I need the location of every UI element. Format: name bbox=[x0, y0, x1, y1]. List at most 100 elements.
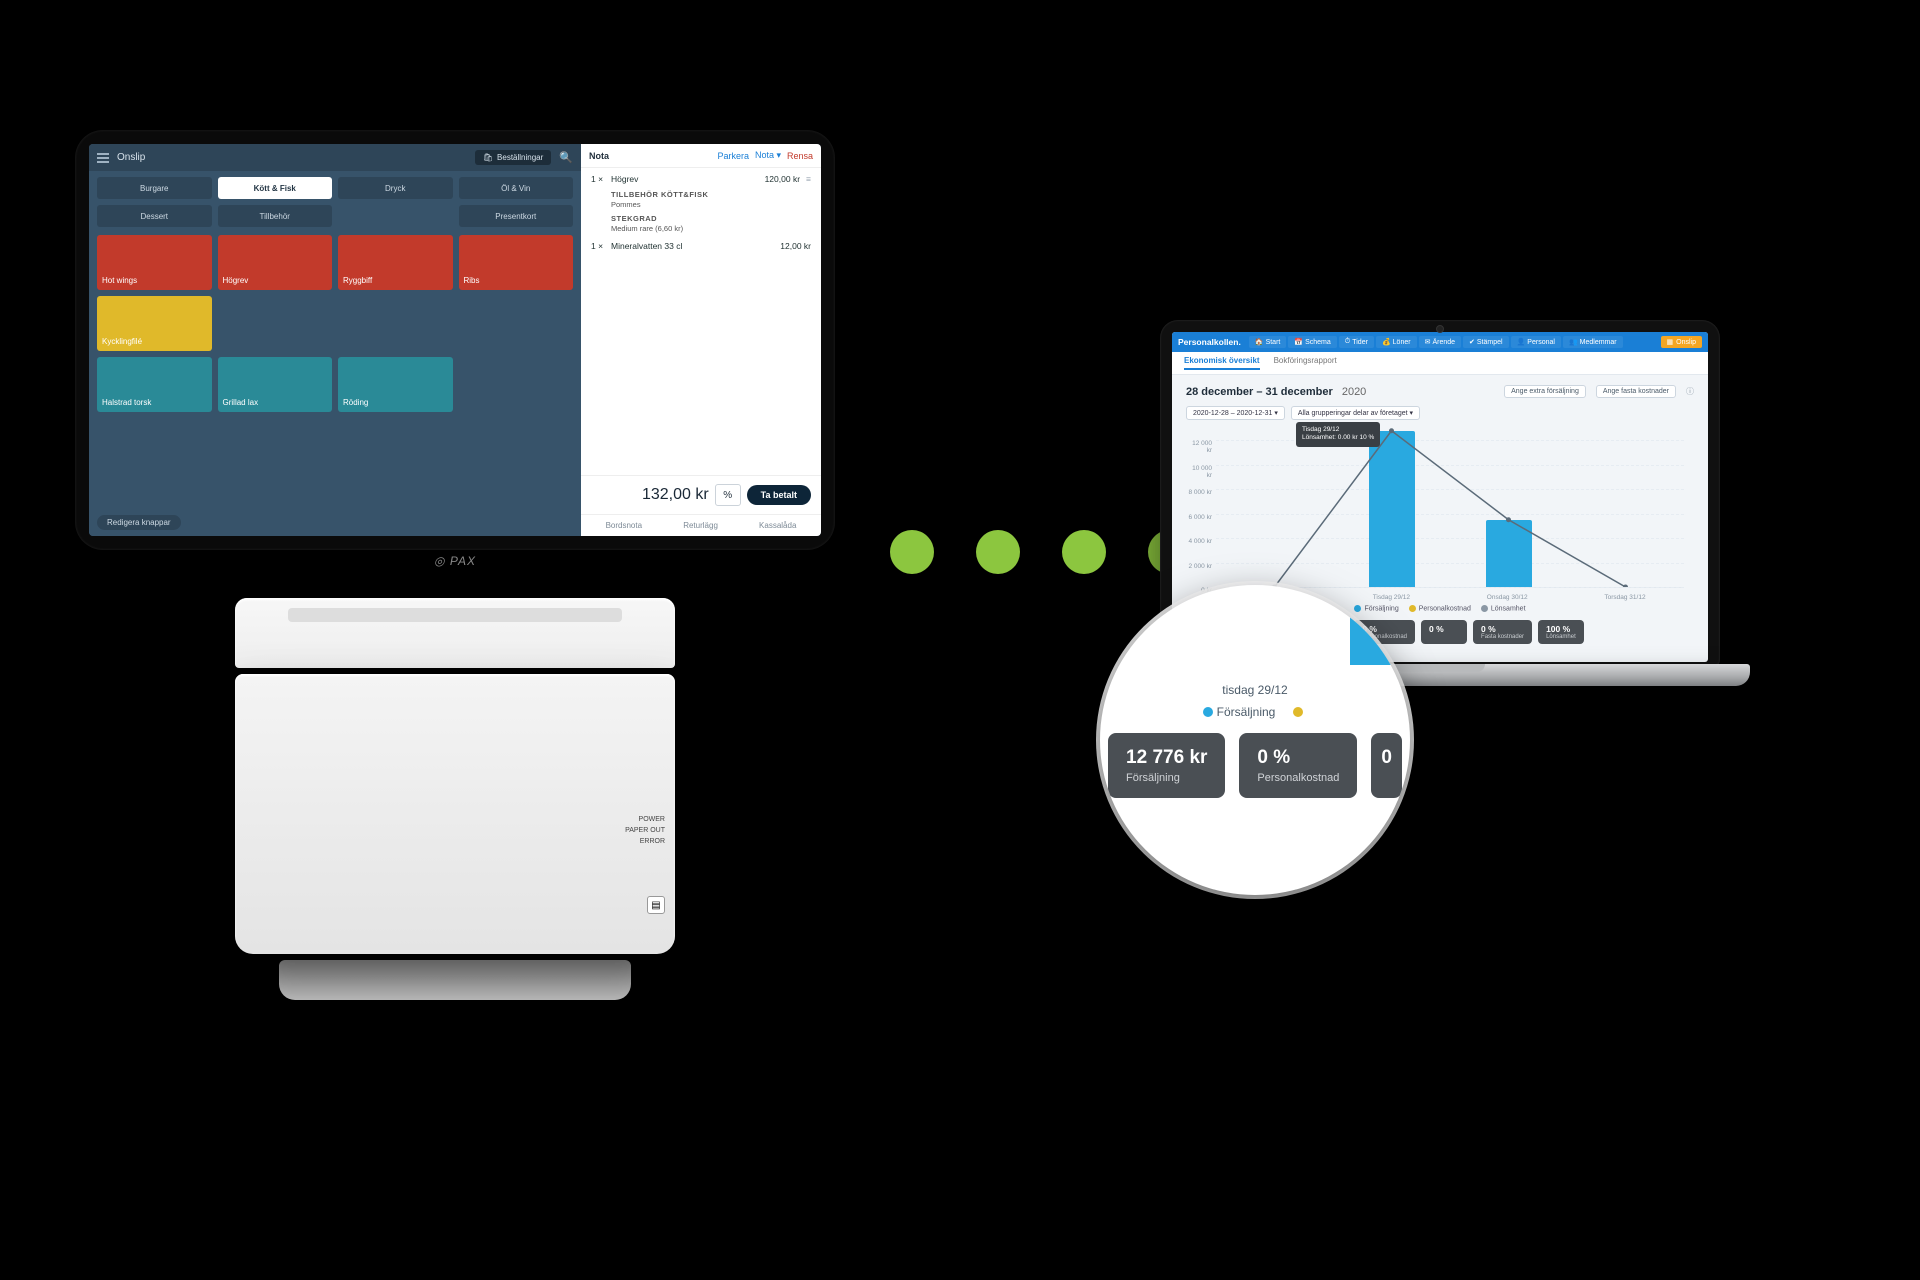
tab-presentkort[interactable]: Presentkort bbox=[459, 205, 574, 227]
nav-stampel[interactable]: ✔Stämpel bbox=[1463, 336, 1509, 348]
discount-button[interactable]: % bbox=[715, 484, 741, 506]
foot-bordsnota[interactable]: Bordsnota bbox=[606, 521, 642, 530]
zoom-corner-bar bbox=[1320, 585, 1410, 725]
product-tile[interactable]: Halstrad torsk bbox=[97, 357, 212, 412]
tab-burgare[interactable]: Burgare bbox=[97, 177, 212, 199]
tab-dryck[interactable]: Dryck bbox=[338, 177, 453, 199]
line-name: Högrev bbox=[611, 174, 745, 186]
extra-sales-button[interactable]: Ange extra försäljning bbox=[1504, 385, 1586, 398]
chart-tooltip: Tisdag 29/12 Lönsamhet: 0.00 kr 10 % bbox=[1296, 422, 1380, 447]
user-badge[interactable]: ▦Onslip bbox=[1661, 336, 1702, 348]
tab-ol-vin[interactable]: Öl & Vin bbox=[459, 177, 574, 199]
printer-top bbox=[235, 598, 675, 668]
pos-brand: Onslip bbox=[117, 152, 145, 163]
led-error: ERROR bbox=[625, 836, 665, 847]
dot bbox=[976, 530, 1020, 574]
clear-button[interactable]: Rensa bbox=[787, 151, 813, 161]
product-tile[interactable]: Högrev bbox=[218, 235, 333, 290]
product-empty bbox=[218, 296, 333, 351]
zoom-cards: 12 776 kr Försäljning 0 % Personalkostna… bbox=[1108, 733, 1402, 798]
pos-main-panel: Onslip 🛍 Beställningar 🔍 Burgare Kött & … bbox=[89, 144, 581, 536]
pay-button[interactable]: Ta betalt bbox=[747, 485, 811, 505]
receipt-total: 132,00 kr bbox=[591, 486, 709, 504]
nav-schema[interactable]: 📅Schema bbox=[1288, 336, 1336, 348]
dot bbox=[1062, 530, 1106, 574]
product-tile[interactable]: Grillad lax bbox=[218, 357, 333, 412]
stat-pill: 100 %Lönsamhet bbox=[1538, 620, 1584, 644]
line-more-icon[interactable]: ≡ bbox=[806, 174, 811, 186]
printer-feed-button[interactable]: ▤ bbox=[647, 896, 665, 914]
nav-tider[interactable]: ⏱Tider bbox=[1339, 336, 1374, 348]
nav-label: Tider bbox=[1352, 339, 1368, 346]
search-icon[interactable]: 🔍 bbox=[559, 151, 573, 164]
nav-arende[interactable]: ✉Ärende bbox=[1419, 336, 1461, 348]
pos-screen: Onslip 🛍 Beställningar 🔍 Burgare Kött & … bbox=[89, 144, 821, 536]
nav-label: Stämpel bbox=[1477, 339, 1503, 346]
tab-dessert[interactable]: Dessert bbox=[97, 205, 212, 227]
zoom-card-value: 12 776 kr bbox=[1126, 747, 1207, 769]
info-icon[interactable]: ⓘ bbox=[1686, 386, 1694, 397]
foot-kassalada[interactable]: Kassalåda bbox=[759, 521, 796, 530]
product-tile[interactable]: Ryggbiff bbox=[338, 235, 453, 290]
zoom-legend-item: Försäljning bbox=[1203, 705, 1276, 719]
menu-icon[interactable] bbox=[97, 153, 109, 163]
chart-bars bbox=[1216, 428, 1684, 587]
subtab-report[interactable]: Bokföringsrapport bbox=[1274, 356, 1337, 370]
nav-label: Personal bbox=[1527, 339, 1555, 346]
nota-menu-button[interactable]: Nota ▾ bbox=[755, 150, 781, 161]
subtab-overview[interactable]: Ekonomisk översikt bbox=[1184, 356, 1260, 370]
zoom-card-label: Personalkostnad bbox=[1257, 772, 1339, 784]
nav-medlemmar[interactable]: 👥Medlemmar bbox=[1563, 336, 1623, 348]
nav-label: Start bbox=[1266, 339, 1281, 346]
line-qty: 1 × bbox=[591, 241, 611, 253]
led-power: POWER bbox=[625, 814, 665, 825]
terminal-bezel: Onslip 🛍 Beställningar 🔍 Burgare Kött & … bbox=[75, 130, 835, 550]
product-label: Röding bbox=[343, 398, 368, 407]
pax-logo-text: PAX bbox=[450, 554, 476, 568]
tab-tillbehor[interactable]: Tillbehör bbox=[218, 205, 333, 227]
receipt-total-row: 132,00 kr % Ta betalt bbox=[581, 475, 821, 514]
range-text: 28 december – 31 december bbox=[1186, 386, 1333, 398]
line-qty: 1 × bbox=[591, 174, 611, 186]
date-range-row: 28 december – 31 december 2020 Ange extr… bbox=[1186, 385, 1694, 398]
product-tile[interactable]: Ribs bbox=[459, 235, 574, 290]
product-tile[interactable]: Röding bbox=[338, 357, 453, 412]
sales-chart: 0 kr2 000 kr4 000 kr6 000 kr8 000 kr10 0… bbox=[1216, 428, 1684, 588]
orders-button[interactable]: 🛍 Beställningar bbox=[475, 150, 551, 165]
tab-kott-fisk[interactable]: Kött & Fisk bbox=[218, 177, 333, 199]
legend-item: Lönsamhet bbox=[1481, 605, 1526, 612]
nav-label: Löner bbox=[1393, 339, 1411, 346]
bag-icon: 🛍 bbox=[483, 153, 493, 162]
camera-icon bbox=[1436, 325, 1444, 333]
printer-foot bbox=[279, 960, 631, 1000]
pos-category-tabs: Burgare Kött & Fisk Dryck Öl & Vin Desse… bbox=[89, 171, 581, 231]
product-tile[interactable]: Hot wings bbox=[97, 235, 212, 290]
pos-product-grid: Hot wings Högrev Ryggbiff Ribs Kycklingf… bbox=[89, 231, 581, 420]
nav-label: Ärende bbox=[1432, 339, 1455, 346]
product-label: Grillad lax bbox=[223, 398, 259, 407]
nav-personal[interactable]: 👤Personal bbox=[1511, 336, 1561, 348]
receipt-line[interactable]: 1 × Mineralvatten 33 cl 12,00 kr bbox=[591, 241, 811, 253]
line-name: Mineralvatten 33 cl bbox=[611, 241, 756, 253]
park-button[interactable]: Parkera bbox=[717, 151, 749, 161]
product-tile[interactable]: Kycklingfilé bbox=[97, 296, 212, 351]
nav-loner[interactable]: 💰Löner bbox=[1376, 336, 1417, 348]
edit-buttons-button[interactable]: Redigera knappar bbox=[97, 515, 181, 530]
nav-start[interactable]: 🏠Start bbox=[1249, 336, 1287, 348]
group-select[interactable]: Alla grupperingar delar av företaget ▾ bbox=[1291, 406, 1420, 420]
printer-body: POWER PAPER OUT ERROR ▤ bbox=[235, 674, 675, 954]
filter-row: 2020-12-28 – 2020-12-31 ▾ Alla grupperin… bbox=[1186, 406, 1694, 420]
subline-head: TILLBEHÖR KÖTT&FISK bbox=[611, 190, 811, 201]
legend-item: Personalkostnad bbox=[1409, 605, 1471, 612]
zoom-card-label: Försäljning bbox=[1126, 772, 1207, 784]
tooltip-line: Lönsamhet: 0.00 kr 10 % bbox=[1302, 434, 1374, 442]
tooltip-title: Tisdag 29/12 bbox=[1302, 426, 1374, 434]
receipt-line[interactable]: 1 × Högrev 120,00 kr ≡ bbox=[591, 174, 811, 186]
date-select[interactable]: 2020-12-28 – 2020-12-31 ▾ bbox=[1186, 406, 1285, 420]
zoom-legend-dot bbox=[1293, 705, 1307, 719]
fixed-costs-button[interactable]: Ange fasta kostnader bbox=[1596, 385, 1676, 398]
foot-returlagg[interactable]: Returlägg bbox=[683, 521, 718, 530]
subline-text: Medium rare (6,60 kr) bbox=[611, 224, 811, 235]
printer-leds: POWER PAPER OUT ERROR bbox=[625, 814, 665, 848]
pos-topbar: Onslip 🛍 Beställningar 🔍 bbox=[89, 144, 581, 171]
